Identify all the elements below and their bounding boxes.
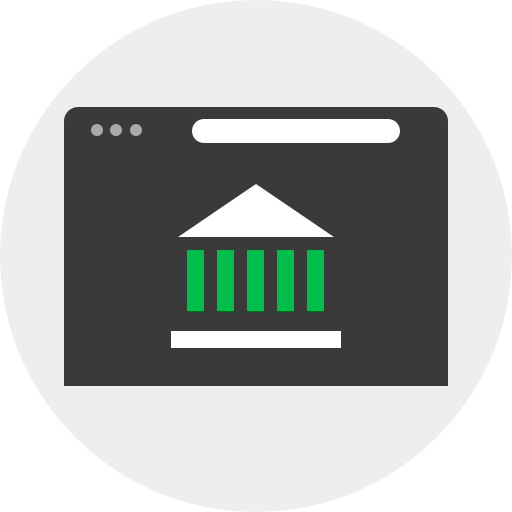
bank-column: [247, 250, 264, 311]
bank-website-icon: [0, 0, 512, 512]
browser-window-icon: [64, 107, 448, 386]
bank-building-icon: [171, 184, 341, 348]
bank-column: [307, 250, 324, 311]
bank-column: [187, 250, 204, 311]
bank-roof: [178, 184, 334, 237]
bank-columns: [187, 250, 324, 311]
bank-column: [217, 250, 234, 311]
bank-column: [277, 250, 294, 311]
bank-base: [171, 331, 341, 348]
